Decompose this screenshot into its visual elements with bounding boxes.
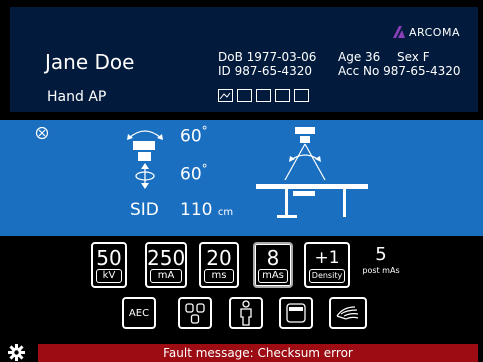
accession-number: Acc No 987-65-4320 (338, 64, 461, 78)
density-label: Density (309, 269, 345, 283)
patient-size-button[interactable] (229, 297, 263, 329)
post-mas-value: 5 (375, 244, 387, 265)
density-setting[interactable]: +1 Density (304, 242, 350, 288)
patient-name: Jane Doe (45, 50, 135, 74)
aec-label: AEC (128, 307, 150, 319)
kv-setting[interactable]: 50 kV (91, 242, 127, 288)
empty-image-slot[interactable] (237, 89, 252, 102)
hand-exam-button[interactable] (329, 297, 367, 329)
ms-value: 20 (206, 246, 232, 270)
geometry-panel (0, 120, 483, 236)
degree-symbol: ° (201, 162, 208, 176)
ma-setting[interactable]: 250 mA (145, 242, 187, 288)
settings-gear-icon[interactable] (8, 344, 25, 361)
sid-value: 110 (180, 200, 213, 220)
post-mas-readout: 5 post mAs (356, 244, 406, 275)
patient-sex: Sex F (397, 50, 430, 64)
mas-value: 8 (266, 246, 280, 270)
patient-age: Age 36 (338, 50, 381, 64)
density-value: +1 (314, 248, 340, 268)
aec-fields-button[interactable] (178, 297, 212, 329)
mas-setting[interactable]: 8 mAs (253, 242, 293, 288)
rotation-angle-readout[interactable]: 60° (180, 162, 208, 185)
image-thumbnail-strip (218, 89, 313, 102)
exam-name: Hand AP (47, 89, 107, 105)
sid-unit: cm (217, 207, 234, 218)
xray-tube-icon (133, 141, 155, 161)
tube-angle-readout[interactable]: 60° (180, 124, 208, 147)
post-mas-label: post mAs (362, 266, 400, 275)
table-geometry-diagram-icon (256, 127, 368, 218)
empty-image-slot[interactable] (256, 89, 271, 102)
degree-symbol: ° (201, 124, 208, 138)
aec-fields-icon (185, 303, 205, 324)
patient-id: ID 987-65-4320 (218, 64, 312, 78)
patient-header: ARCOMA Jane Doe Hand AP DoB 1977-03-06 I… (0, 0, 483, 117)
image-thumbnail-icon[interactable] (218, 89, 233, 102)
mas-label: mAs (258, 269, 288, 283)
tube-angle-value: 60 (180, 126, 202, 147)
person-icon (240, 300, 252, 326)
ma-value: 250 (147, 246, 186, 270)
sid-readout[interactable]: 110 cm (180, 200, 233, 220)
ms-label: ms (204, 269, 234, 283)
fault-message-bar[interactable]: Fault message: Checksum error (38, 344, 478, 362)
kv-label: kV (96, 269, 122, 283)
brand-name: ARCOMA (409, 26, 460, 39)
sid-label: SID (130, 200, 159, 220)
kv-value: 50 (96, 246, 122, 270)
rotation-angle-value: 60 (180, 164, 202, 185)
patient-dob: DoB 1977-03-06 (218, 50, 317, 64)
empty-image-slot[interactable] (294, 89, 309, 102)
arcoma-logo-icon (393, 26, 405, 38)
ma-label: mA (150, 269, 182, 283)
close-circle-icon[interactable] (35, 126, 49, 140)
collimator-icon (286, 303, 306, 323)
aec-button[interactable]: AEC (122, 297, 156, 329)
collimation-button[interactable] (279, 297, 313, 329)
hand-icon (336, 306, 359, 320)
ms-setting[interactable]: 20 ms (199, 242, 239, 288)
rotation-icon (135, 163, 155, 189)
empty-image-slot[interactable] (275, 89, 290, 102)
